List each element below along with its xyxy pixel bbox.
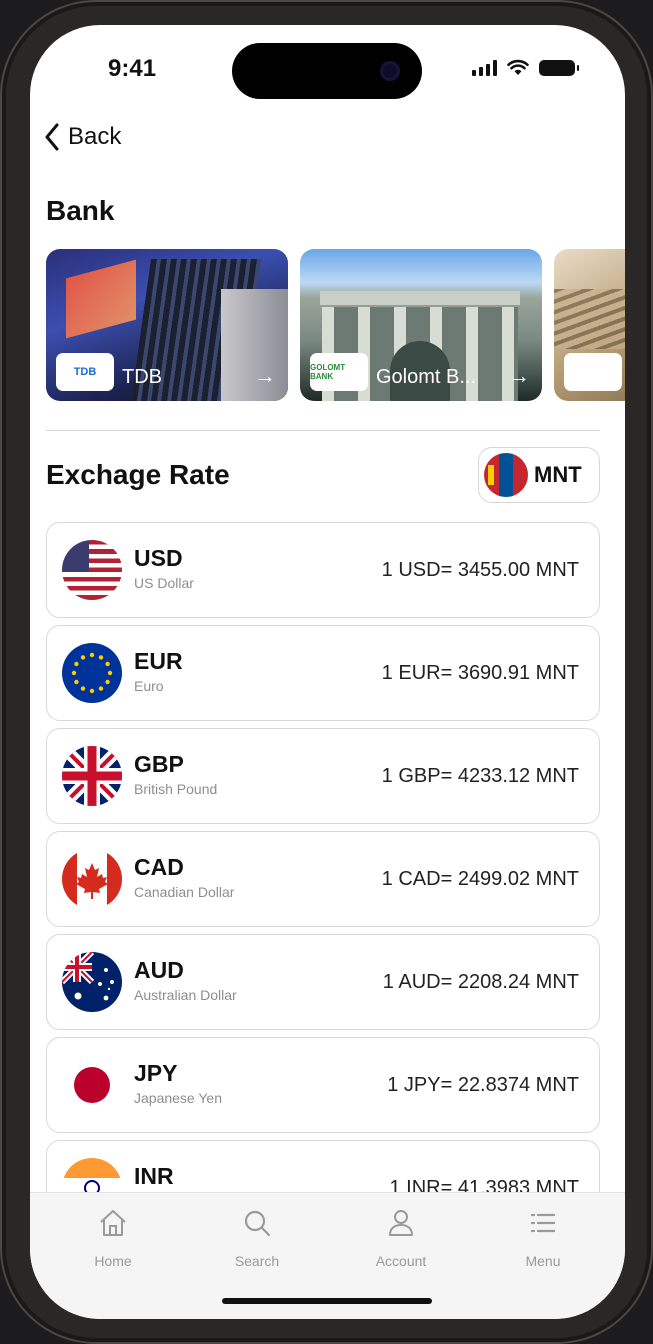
canada-flag-icon xyxy=(62,849,122,909)
mongolia-flag-icon xyxy=(484,453,528,497)
bank-card-partial[interactable] xyxy=(554,249,625,401)
tab-menu[interactable]: Menu xyxy=(483,1203,603,1269)
bank-card-golomt[interactable]: GOLOMT BANK Golomt B... → xyxy=(300,249,542,401)
chevron-left-icon xyxy=(45,123,59,151)
exchange-rate: 1 JPY= 22.8374 MNT xyxy=(387,1074,579,1096)
us-flag-icon xyxy=(62,540,122,600)
golomt-logo: GOLOMT BANK xyxy=(310,353,368,391)
exchange-section-title: Exchage Rate xyxy=(46,459,230,490)
signal-icon xyxy=(472,60,497,76)
australia-flag-icon xyxy=(62,952,122,1012)
back-button[interactable]: Back xyxy=(44,123,121,151)
section-divider xyxy=(46,430,600,431)
menu-icon xyxy=(530,1213,556,1233)
base-currency-label: MNT xyxy=(534,462,582,487)
rate-row-jpy[interactable]: JPY Japanese Yen 1 JPY= 22.8374 MNT xyxy=(46,1037,600,1133)
currency-name: Japanese Yen xyxy=(134,1090,222,1106)
currency-code: GBP xyxy=(134,751,184,777)
status-icons xyxy=(472,59,579,76)
bank-name: TDB xyxy=(122,366,162,388)
currency-code: JPY xyxy=(134,1060,178,1086)
arrow-right-icon: → xyxy=(508,363,530,388)
currency-name: British Pound xyxy=(134,781,218,797)
currency-name: Canadian Dollar xyxy=(134,884,235,900)
app-screen: 9:41 Back Bank TDB TDB → GOLOMT BANK Gol… xyxy=(30,25,625,1319)
exchange-rate: 1 EUR= 3690.91 MNT xyxy=(381,662,579,684)
tab-label: Account xyxy=(375,1253,427,1269)
tab-account[interactable]: Account xyxy=(341,1203,461,1269)
exchange-rate: 1 USD= 3455.00 MNT xyxy=(381,559,579,581)
exchange-rate: 1 CAD= 2499.02 MNT xyxy=(381,868,579,890)
account-icon xyxy=(389,1210,413,1236)
exchange-rate: 1 GBP= 4233.12 MNT xyxy=(381,765,579,787)
currency-code: EUR xyxy=(134,648,183,674)
bank-name: Golomt B... xyxy=(376,366,477,388)
bank-section-title: Bank xyxy=(46,195,115,226)
currency-code: INR xyxy=(134,1163,174,1189)
rate-row-cad[interactable]: CAD Canadian Dollar 1 CAD= 2499.02 MNT xyxy=(46,831,600,927)
tab-label: Menu xyxy=(525,1253,561,1269)
japan-flag-icon xyxy=(62,1055,122,1115)
back-label: Back xyxy=(68,123,122,150)
home-icon xyxy=(100,1210,126,1236)
currency-code: AUD xyxy=(134,957,184,983)
bank-carousel[interactable]: TDB TDB → GOLOMT BANK Golomt B... → xyxy=(46,249,625,401)
bank-logo xyxy=(564,353,622,391)
tdb-logo: TDB xyxy=(56,353,114,391)
home-indicator xyxy=(222,1298,432,1304)
rate-row-gbp[interactable]: GBP British Pound 1 GBP= 4233.12 MNT xyxy=(46,728,600,824)
currency-name: Euro xyxy=(134,678,164,694)
wifi-icon xyxy=(507,59,529,75)
status-time: 9:41 xyxy=(108,55,157,82)
tab-search[interactable]: Search xyxy=(197,1203,317,1269)
tab-label: Search xyxy=(234,1253,280,1269)
rate-row-eur[interactable]: EUR Euro 1 EUR= 3690.91 MNT xyxy=(46,625,600,721)
uk-flag-icon xyxy=(62,746,122,806)
dynamic-island xyxy=(232,43,422,99)
rate-row-aud[interactable]: AUD Australian Dollar 1 AUD= 2208.24 MNT xyxy=(46,934,600,1030)
tab-home[interactable]: Home xyxy=(53,1203,173,1269)
tab-label: Home xyxy=(94,1253,132,1269)
arrow-right-icon: → xyxy=(254,363,276,388)
eu-flag-icon xyxy=(62,643,122,703)
battery-icon xyxy=(539,60,579,76)
currency-name: Australian Dollar xyxy=(134,987,237,1003)
base-currency-selector[interactable]: MNT xyxy=(478,447,600,503)
search-icon xyxy=(244,1210,271,1237)
currency-code: USD xyxy=(134,545,183,571)
currency-code: CAD xyxy=(134,854,184,880)
exchange-rate: 1 AUD= 2208.24 MNT xyxy=(382,971,579,993)
currency-name: US Dollar xyxy=(134,575,194,591)
bank-card-tdb[interactable]: TDB TDB → xyxy=(46,249,288,401)
rate-row-usd[interactable]: USD US Dollar 1 USD= 3455.00 MNT xyxy=(46,522,600,618)
